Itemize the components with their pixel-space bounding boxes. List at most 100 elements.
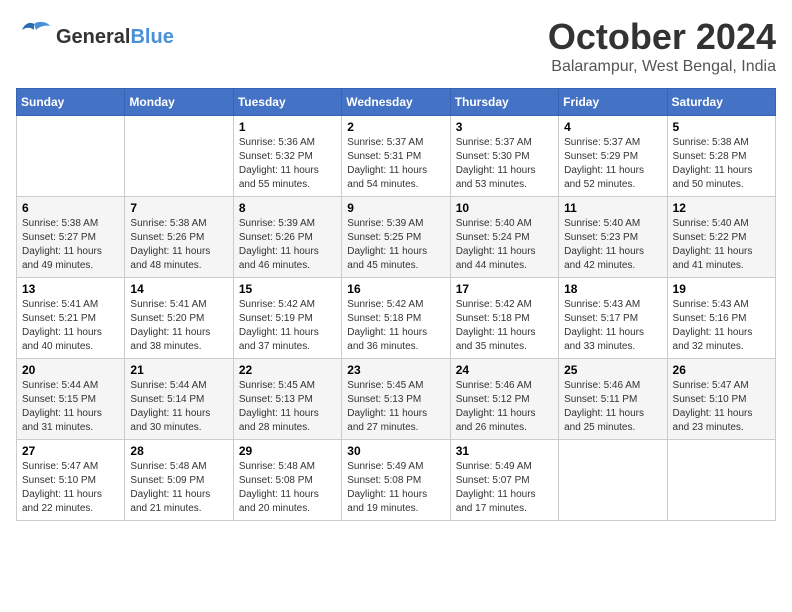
cell-info: Sunrise: 5:46 AMSunset: 5:12 PMDaylight:… bbox=[456, 379, 553, 435]
cell-info: Sunrise: 5:40 AMSunset: 5:22 PMDaylight:… bbox=[673, 217, 770, 273]
cell-info: Sunrise: 5:39 AMSunset: 5:26 PMDaylight:… bbox=[239, 217, 336, 273]
calendar-cell bbox=[559, 440, 667, 521]
day-number: 6 bbox=[22, 201, 119, 215]
day-number: 8 bbox=[239, 201, 336, 215]
day-number: 24 bbox=[456, 363, 553, 377]
cell-info: Sunrise: 5:49 AMSunset: 5:07 PMDaylight:… bbox=[456, 460, 553, 516]
day-number: 2 bbox=[347, 120, 444, 134]
calendar-cell: 13 Sunrise: 5:41 AMSunset: 5:21 PMDayligh… bbox=[17, 278, 125, 359]
cell-info: Sunrise: 5:45 AMSunset: 5:13 PMDaylight:… bbox=[347, 379, 444, 435]
day-number: 12 bbox=[673, 201, 770, 215]
cell-info: Sunrise: 5:37 AMSunset: 5:31 PMDaylight:… bbox=[347, 136, 444, 192]
calendar-cell bbox=[125, 116, 233, 197]
day-number: 13 bbox=[22, 282, 119, 296]
calendar-cell: 23Sunrise: 5:45 AMSunset: 5:13 PMDayligh… bbox=[342, 359, 450, 440]
calendar-cell: 26Sunrise: 5:47 AMSunset: 5:10 PMDayligh… bbox=[667, 359, 775, 440]
calendar-cell: 16 Sunrise: 5:42 AMSunset: 5:18 PMDayligh… bbox=[342, 278, 450, 359]
day-number: 30 bbox=[347, 444, 444, 458]
cell-info: Sunrise: 5:36 AMSunset: 5:32 PMDaylight:… bbox=[239, 136, 336, 192]
logo-general: General bbox=[56, 26, 130, 48]
cell-info: Sunrise: 5:42 AMSunset: 5:19 PMDaylight:… bbox=[239, 298, 336, 354]
weekday-header-monday: Monday bbox=[125, 89, 233, 116]
weekday-header-thursday: Thursday bbox=[450, 89, 558, 116]
calendar-cell: 22Sunrise: 5:45 AMSunset: 5:13 PMDayligh… bbox=[233, 359, 341, 440]
calendar-cell: 25 Sunrise: 5:46 AMSunset: 5:11 PMDayligh… bbox=[559, 359, 667, 440]
day-number: 3 bbox=[456, 120, 553, 134]
day-number: 17 bbox=[456, 282, 553, 296]
day-number: 14 bbox=[130, 282, 227, 296]
cell-info: Sunrise: 5:43 AMSunset: 5:17 PMDaylight:… bbox=[564, 298, 661, 354]
calendar-week-row: 27Sunrise: 5:47 AMSunset: 5:10 PMDayligh… bbox=[17, 440, 776, 521]
calendar-cell: 4 Sunrise: 5:37 AMSunset: 5:29 PMDaylight… bbox=[559, 116, 667, 197]
day-number: 5 bbox=[673, 120, 770, 134]
weekday-header-row: SundayMondayTuesdayWednesdayThursdayFrid… bbox=[17, 89, 776, 116]
cell-info: Sunrise: 5:48 AMSunset: 5:09 PMDaylight:… bbox=[130, 460, 227, 516]
cell-info: Sunrise: 5:44 AMSunset: 5:14 PMDaylight:… bbox=[130, 379, 227, 435]
calendar-cell: 3 Sunrise: 5:37 AMSunset: 5:30 PMDaylight… bbox=[450, 116, 558, 197]
cell-info: Sunrise: 5:43 AMSunset: 5:16 PMDaylight:… bbox=[673, 298, 770, 354]
day-number: 26 bbox=[673, 363, 770, 377]
calendar-cell bbox=[667, 440, 775, 521]
calendar-cell: 18 Sunrise: 5:43 AMSunset: 5:17 PMDayligh… bbox=[559, 278, 667, 359]
day-number: 29 bbox=[239, 444, 336, 458]
cell-info: Sunrise: 5:40 AMSunset: 5:24 PMDaylight:… bbox=[456, 217, 553, 273]
calendar-cell: 28 Sunrise: 5:48 AMSunset: 5:09 PMDayligh… bbox=[125, 440, 233, 521]
calendar-cell: 24 Sunrise: 5:46 AMSunset: 5:12 PMDayligh… bbox=[450, 359, 558, 440]
day-number: 27 bbox=[22, 444, 119, 458]
logo: GeneralBlue bbox=[16, 16, 174, 57]
day-number: 21 bbox=[130, 363, 227, 377]
calendar-cell: 20Sunrise: 5:44 AMSunset: 5:15 PMDayligh… bbox=[17, 359, 125, 440]
cell-info: Sunrise: 5:42 AMSunset: 5:18 PMDaylight:… bbox=[456, 298, 553, 354]
calendar-cell: 5Sunrise: 5:38 AMSunset: 5:28 PMDaylight… bbox=[667, 116, 775, 197]
day-number: 10 bbox=[456, 201, 553, 215]
day-number: 7 bbox=[130, 201, 227, 215]
cell-info: Sunrise: 5:44 AMSunset: 5:15 PMDaylight:… bbox=[22, 379, 119, 435]
day-number: 16 bbox=[347, 282, 444, 296]
calendar-cell: 17 Sunrise: 5:42 AMSunset: 5:18 PMDayligh… bbox=[450, 278, 558, 359]
day-number: 9 bbox=[347, 201, 444, 215]
calendar-cell: 30Sunrise: 5:49 AMSunset: 5:08 PMDayligh… bbox=[342, 440, 450, 521]
day-number: 4 bbox=[564, 120, 661, 134]
weekday-header-saturday: Saturday bbox=[667, 89, 775, 116]
cell-info: Sunrise: 5:37 AMSunset: 5:30 PMDaylight:… bbox=[456, 136, 553, 192]
weekday-header-sunday: Sunday bbox=[17, 89, 125, 116]
day-number: 31 bbox=[456, 444, 553, 458]
cell-info: Sunrise: 5:37 AMSunset: 5:29 PMDaylight:… bbox=[564, 136, 661, 192]
calendar-cell: 27Sunrise: 5:47 AMSunset: 5:10 PMDayligh… bbox=[17, 440, 125, 521]
calendar-cell: 6 Sunrise: 5:38 AMSunset: 5:27 PMDaylight… bbox=[17, 197, 125, 278]
calendar-week-row: 1Sunrise: 5:36 AMSunset: 5:32 PMDaylight… bbox=[17, 116, 776, 197]
day-number: 22 bbox=[239, 363, 336, 377]
calendar-week-row: 20Sunrise: 5:44 AMSunset: 5:15 PMDayligh… bbox=[17, 359, 776, 440]
calendar-cell: 15 Sunrise: 5:42 AMSunset: 5:19 PMDayligh… bbox=[233, 278, 341, 359]
cell-info: Sunrise: 5:42 AMSunset: 5:18 PMDaylight:… bbox=[347, 298, 444, 354]
cell-info: Sunrise: 5:46 AMSunset: 5:11 PMDaylight:… bbox=[564, 379, 661, 435]
calendar-cell: 12 Sunrise: 5:40 AMSunset: 5:22 PMDayligh… bbox=[667, 197, 775, 278]
weekday-header-wednesday: Wednesday bbox=[342, 89, 450, 116]
day-number: 15 bbox=[239, 282, 336, 296]
calendar-cell: 2 Sunrise: 5:37 AMSunset: 5:31 PMDaylight… bbox=[342, 116, 450, 197]
cell-info: Sunrise: 5:41 AMSunset: 5:21 PMDaylight:… bbox=[22, 298, 119, 354]
title-area: October 2024 Balarampur, West Bengal, In… bbox=[548, 16, 776, 76]
calendar-cell bbox=[17, 116, 125, 197]
calendar-cell: 29Sunrise: 5:48 AMSunset: 5:08 PMDayligh… bbox=[233, 440, 341, 521]
calendar-week-row: 13 Sunrise: 5:41 AMSunset: 5:21 PMDayligh… bbox=[17, 278, 776, 359]
weekday-header-tuesday: Tuesday bbox=[233, 89, 341, 116]
calendar-cell: 19 Sunrise: 5:43 AMSunset: 5:16 PMDayligh… bbox=[667, 278, 775, 359]
day-number: 28 bbox=[130, 444, 227, 458]
cell-info: Sunrise: 5:41 AMSunset: 5:20 PMDaylight:… bbox=[130, 298, 227, 354]
day-number: 18 bbox=[564, 282, 661, 296]
day-number: 25 bbox=[564, 363, 661, 377]
calendar-cell: 9Sunrise: 5:39 AMSunset: 5:25 PMDaylight… bbox=[342, 197, 450, 278]
calendar-cell: 21 Sunrise: 5:44 AMSunset: 5:14 PMDayligh… bbox=[125, 359, 233, 440]
calendar-cell: 1Sunrise: 5:36 AMSunset: 5:32 PMDaylight… bbox=[233, 116, 341, 197]
day-number: 19 bbox=[673, 282, 770, 296]
calendar-cell: 31 Sunrise: 5:49 AMSunset: 5:07 PMDayligh… bbox=[450, 440, 558, 521]
logo-icon bbox=[16, 16, 52, 57]
calendar-cell: 8 Sunrise: 5:39 AMSunset: 5:26 PMDaylight… bbox=[233, 197, 341, 278]
calendar-table: SundayMondayTuesdayWednesdayThursdayFrid… bbox=[16, 88, 776, 521]
cell-info: Sunrise: 5:38 AMSunset: 5:27 PMDaylight:… bbox=[22, 217, 119, 273]
month-title: October 2024 bbox=[548, 16, 776, 58]
logo-blue-text: Blue bbox=[130, 26, 173, 48]
page-header: GeneralBlue October 2024 Balarampur, Wes… bbox=[16, 16, 776, 76]
calendar-week-row: 6 Sunrise: 5:38 AMSunset: 5:27 PMDaylight… bbox=[17, 197, 776, 278]
